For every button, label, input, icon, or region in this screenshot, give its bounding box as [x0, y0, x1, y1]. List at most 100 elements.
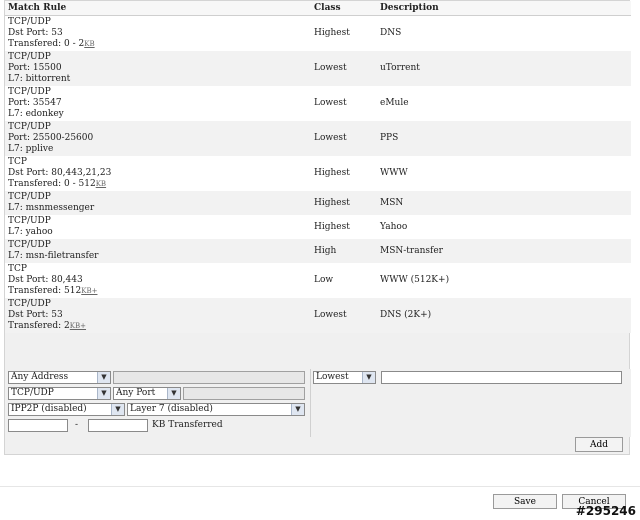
rule-match-cell: TCP/UDP Port: 25500-25600 L7: pplive — [5, 121, 311, 156]
rule-line: TCP/UDP — [8, 52, 51, 62]
layer7-select-value: Layer 7 (disabled) — [130, 404, 213, 414]
form-divider — [310, 369, 311, 437]
rule-line: TCP — [8, 157, 27, 167]
rule-line: Dst Port: 53 — [8, 28, 63, 38]
chevron-down-icon: ▼ — [362, 372, 375, 383]
rule-class-cell: Lowest — [311, 298, 377, 333]
rule-row[interactable]: TCP Dst Port: 80,443 Transfered: 512KB+ Low… — [5, 263, 631, 298]
rule-line: Port: 15500 — [8, 63, 62, 73]
rule-description-cell: DNS — [377, 15, 631, 51]
rule-match-cell: TCP/UDP Dst Port: 53 Transfered: 2KB+ — [5, 298, 311, 333]
rule-line: Transfered: 512KB+ — [8, 286, 98, 296]
rules-table: Match Rule Class Description TCP/UDP Dst … — [5, 1, 631, 333]
port-select[interactable]: Any Port ▼ — [113, 387, 181, 400]
rule-line: Port: 25500-25600 — [8, 133, 94, 143]
transfer-min-input[interactable] — [8, 419, 68, 432]
rule-class-cell: Lowest — [311, 86, 377, 121]
address-select[interactable]: Any Address ▼ — [8, 371, 111, 384]
rule-row[interactable]: TCP/UDP Port: 25500-25600 L7: pplive Lowest… — [5, 121, 631, 156]
rule-line: Dst Port: 80,443,21,23 — [8, 168, 112, 178]
rule-line: TCP/UDP — [8, 299, 51, 309]
rule-match-cell: TCP/UDP L7: msnmessenger — [5, 191, 311, 215]
port-input[interactable] — [183, 387, 305, 400]
rule-match-cell: TCP Dst Port: 80,443,21,23 Transfered: 0 -… — [5, 156, 311, 191]
header-class: Class — [311, 1, 377, 16]
rule-match-cell: TCP/UDP Port: 15500 L7: bittorrent — [5, 51, 311, 86]
rule-class-cell: Highest — [311, 191, 377, 215]
chevron-down-icon: ▼ — [97, 372, 110, 383]
rule-row[interactable]: TCP/UDP Port: 15500 L7: bittorrent Lowest uT… — [5, 51, 631, 86]
rule-class-cell: Lowest — [311, 121, 377, 156]
rule-line: TCP/UDP — [8, 87, 51, 97]
rule-line: L7: bittorrent — [8, 74, 71, 84]
rule-row[interactable]: TCP/UDP L7: msnmessenger Highest MSN — [5, 191, 631, 215]
rule-line: Transfered: 0 - 512KB — [8, 179, 107, 189]
rule-class-cell: Lowest — [311, 51, 377, 86]
header-match-rule: Match Rule — [5, 1, 311, 16]
transfer-unit: KB+ — [81, 287, 98, 295]
rule-line: L7: edonkey — [8, 109, 64, 119]
footer-separator — [0, 486, 640, 487]
layer7-select[interactable]: Layer 7 (disabled) ▼ — [127, 403, 305, 416]
rule-line: L7: msnmessenger — [8, 203, 95, 213]
rule-line: Dst Port: 53 — [8, 310, 63, 320]
rule-line: Transfered: 2KB+ — [8, 321, 87, 331]
rule-line: TCP/UDP — [8, 240, 51, 250]
rule-line: L7: msn-filetransfer — [8, 251, 99, 261]
range-separator: - — [75, 420, 79, 430]
rule-class-cell: Low — [311, 263, 377, 298]
rule-line: L7: yahoo — [8, 227, 53, 237]
transfer-max-input[interactable] — [88, 419, 148, 432]
protocol-select[interactable]: TCP/UDP ▼ — [8, 387, 111, 400]
rule-line: L7: pplive — [8, 144, 54, 154]
add-button[interactable]: Add — [575, 437, 623, 452]
rule-row[interactable]: TCP/UDP Dst Port: 53 Transfered: 2KB+ Lowes… — [5, 298, 631, 333]
transfer-unit: KB — [95, 180, 107, 188]
rule-description-cell: eMule — [377, 86, 631, 121]
rule-class-cell: High — [311, 239, 377, 263]
rule-description-cell: PPS — [377, 121, 631, 156]
rule-line: TCP — [8, 264, 27, 274]
chevron-down-icon: ▼ — [111, 404, 124, 415]
rule-description-cell: MSN — [377, 191, 631, 215]
rule-class-cell: Highest — [311, 15, 377, 51]
rule-match-cell: TCP/UDP L7: msn-filetransfer — [5, 239, 311, 263]
kb-transferred-label: KB Transferred — [152, 420, 223, 430]
chevron-down-icon: ▼ — [291, 404, 304, 415]
rule-line: TCP/UDP — [8, 192, 51, 202]
rule-description-cell: DNS (2K+) — [377, 298, 631, 333]
rule-class-cell: Highest — [311, 215, 377, 239]
class-select-value: Lowest — [316, 372, 349, 382]
rule-row[interactable]: TCP/UDP L7: yahoo Highest Yahoo — [5, 215, 631, 239]
rule-match-cell: TCP/UDP Dst Port: 53 Transfered: 0 - 2KB — [5, 15, 311, 51]
rule-line: Port: 35547 — [8, 98, 62, 108]
rules-header-row: Match Rule Class Description — [5, 1, 631, 16]
class-select[interactable]: Lowest ▼ — [313, 371, 376, 384]
watermark-text: #295246 — [575, 504, 636, 518]
rules-body: TCP/UDP Dst Port: 53 Transfered: 0 - 2KB Hi… — [5, 15, 631, 333]
address-select-value: Any Address — [11, 372, 69, 382]
add-rule-form: Any Address ▼ TCP/UDP ▼ Any Port ▼ IPP2P… — [5, 369, 631, 437]
rule-row[interactable]: TCP/UDP Dst Port: 53 Transfered: 0 - 2KB Hi… — [5, 15, 631, 51]
rule-row[interactable]: TCP/UDP Port: 35547 L7: edonkey Lowest eMule — [5, 86, 631, 121]
rule-line: TCP/UDP — [8, 17, 51, 27]
rule-description-cell: WWW (512K+) — [377, 263, 631, 298]
rule-row[interactable]: TCP/UDP L7: msn-filetransfer High MSN-trans… — [5, 239, 631, 263]
rule-match-cell: TCP/UDP Port: 35547 L7: edonkey — [5, 86, 311, 121]
rule-line: TCP/UDP — [8, 122, 51, 132]
rule-description-cell: uTorrent — [377, 51, 631, 86]
qos-classification-panel: Match Rule Class Description TCP/UDP Dst … — [4, 0, 631, 455]
chevron-down-icon: ▼ — [97, 388, 110, 399]
rule-description-cell: MSN-transfer — [377, 239, 631, 263]
transfer-unit: KB — [84, 40, 95, 48]
rule-line: Transfered: 0 - 2KB — [8, 39, 95, 49]
address-input[interactable] — [113, 371, 305, 384]
save-button[interactable]: Save — [493, 494, 557, 509]
rule-class-cell: Highest — [311, 156, 377, 191]
chevron-down-icon: ▼ — [167, 388, 180, 399]
rule-row[interactable]: TCP Dst Port: 80,443,21,23 Transfered: 0 -… — [5, 156, 631, 191]
description-input[interactable] — [381, 371, 622, 384]
rule-description-cell: WWW — [377, 156, 631, 191]
ipp2p-select[interactable]: IPP2P (disabled) ▼ — [8, 403, 125, 416]
port-select-value: Any Port — [116, 388, 156, 398]
